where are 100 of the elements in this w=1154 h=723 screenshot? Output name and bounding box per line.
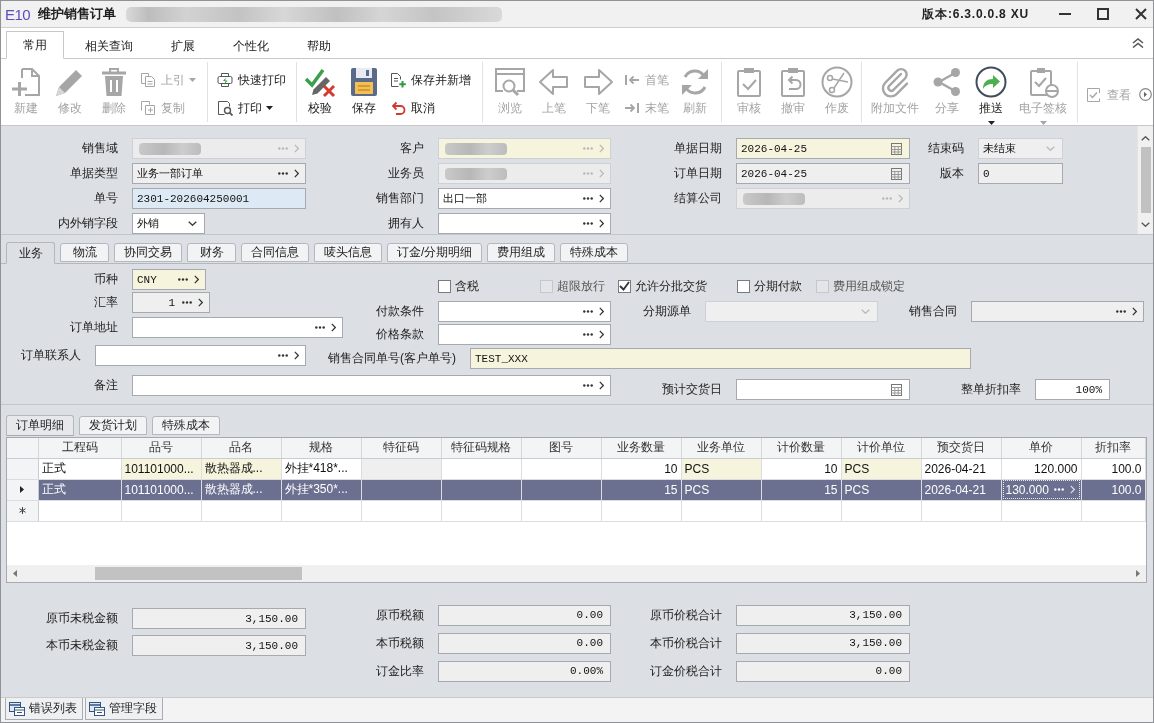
column-header[interactable]: 图号 — [521, 438, 601, 458]
lookup-field[interactable]: 1 — [132, 292, 210, 313]
column-header[interactable]: 特征码 — [361, 438, 441, 458]
checkbox[interactable] — [618, 279, 631, 293]
column-header[interactable]: 折扣率 — [1081, 438, 1145, 458]
column-header[interactable]: 计价单位 — [841, 438, 921, 458]
number-field[interactable]: 3,150.00 — [132, 608, 306, 629]
text-field[interactable]: 2301-202604250001 — [132, 188, 306, 209]
lookup-field[interactable] — [438, 324, 611, 345]
chevron-right-icon[interactable] — [1132, 307, 1137, 316]
column-header[interactable]: 计价数量 — [761, 438, 841, 458]
scrollbar-thumb[interactable] — [95, 567, 302, 580]
tab[interactable]: 订金/分期明细 — [387, 243, 483, 262]
tab[interactable]: 特殊成本 — [560, 243, 629, 262]
scrollbar-thumb[interactable] — [1140, 147, 1151, 213]
triangle-left-icon[interactable] — [13, 570, 17, 577]
menu-tab[interactable]: 个性化 — [216, 32, 286, 59]
toolbar-button[interactable]: 推送 — [969, 62, 1013, 122]
ellipsis-icon[interactable] — [315, 326, 325, 329]
toolbar-button[interactable]: 保存 — [342, 62, 386, 122]
tab[interactable]: 合同信息 — [241, 243, 309, 262]
chevron-right-icon[interactable] — [599, 219, 604, 228]
lookup-field[interactable]: CNY — [132, 269, 206, 290]
lookup-field[interactable] — [95, 345, 306, 366]
column-header[interactable]: 预交货日 — [921, 438, 1001, 458]
tab[interactable]: 业务 — [6, 242, 55, 264]
menu-tab[interactable]: 帮助 — [290, 32, 348, 59]
ellipsis-icon[interactable] — [1116, 310, 1126, 313]
column-header[interactable]: 业务数量 — [601, 438, 681, 458]
menu-tab[interactable]: 相关查询 — [68, 32, 150, 59]
dropdown-field[interactable]: 外销 — [132, 213, 205, 234]
lookup-field[interactable] — [438, 213, 611, 234]
column-header[interactable]: 单价 — [1001, 438, 1081, 458]
date-field[interactable] — [736, 379, 910, 400]
checkbox[interactable] — [438, 279, 451, 293]
chevron-right-icon[interactable] — [331, 323, 336, 332]
toolbar-button[interactable]: 校验 — [298, 62, 342, 122]
chevron-down-icon[interactable] — [1141, 222, 1150, 227]
number-field[interactable]: 0.00 — [438, 632, 611, 654]
chevron-right-icon[interactable] — [294, 351, 299, 360]
ellipsis-icon[interactable] — [278, 172, 288, 175]
menu-tab[interactable]: 扩展 — [154, 32, 212, 59]
chevron-right-icon[interactable] — [599, 330, 604, 339]
toolbar-button[interactable]: 取消 — [390, 98, 471, 118]
horizontal-scrollbar[interactable] — [7, 565, 1146, 582]
lookup-field[interactable]: 业务一部订单 — [132, 163, 306, 184]
ellipsis-icon[interactable] — [178, 278, 188, 281]
ellipsis-icon[interactable] — [182, 301, 192, 304]
ellipsis-icon[interactable] — [583, 384, 593, 387]
chevron-right-icon[interactable] — [599, 194, 604, 203]
chevron-up-icon[interactable] — [1141, 136, 1150, 141]
circled-triangle-right-icon[interactable] — [1139, 88, 1152, 101]
number-field[interactable]: 3,150.00 — [132, 635, 306, 656]
lookup-field[interactable]: 出口一部 — [438, 188, 611, 209]
chevron-right-icon[interactable] — [198, 298, 203, 307]
ellipsis-icon[interactable] — [583, 310, 593, 313]
menu-tab[interactable]: 常用 — [6, 31, 64, 59]
lookup-field[interactable] — [971, 301, 1144, 322]
column-header[interactable]: 特征码规格 — [441, 438, 521, 458]
number-field[interactable]: 0.00% — [438, 660, 611, 682]
number-field[interactable]: 3,150.00 — [736, 632, 910, 654]
ellipsis-icon[interactable] — [278, 354, 288, 357]
column-header[interactable]: 品名 — [201, 438, 281, 458]
checkbox[interactable] — [737, 279, 750, 293]
chevron-right-icon[interactable] — [599, 307, 604, 316]
table-row[interactable]: 正式 101101000... 散热器成... 外挂*350*... 15 PCS 15 PCS 2026-04-21 130.000 100.0 — [7, 479, 1145, 500]
triangle-right-icon[interactable] — [1136, 570, 1140, 577]
tab[interactable]: 管理字段 — [85, 698, 163, 720]
lookup-field[interactable] — [132, 375, 611, 396]
chevron-right-icon[interactable] — [599, 381, 604, 390]
column-header[interactable]: 规格 — [281, 438, 361, 458]
number-field[interactable]: 0.00 — [736, 660, 910, 682]
tab[interactable]: 特殊成本 — [152, 416, 220, 435]
text-field[interactable]: 0 — [978, 163, 1063, 184]
column-header[interactable]: 品号 — [121, 438, 201, 458]
date-field[interactable]: 2026-04-25 — [736, 163, 910, 184]
column-header[interactable]: 工程码 — [38, 438, 121, 458]
chevron-right-icon[interactable] — [194, 275, 199, 284]
tab[interactable]: 唛头信息 — [314, 243, 382, 262]
number-field[interactable]: 0.00 — [438, 604, 611, 626]
tab[interactable]: 协同交易 — [114, 243, 182, 262]
tab[interactable]: 财务 — [187, 243, 236, 262]
toolbar-button[interactable]: 快速打印 — [217, 70, 286, 90]
calendar-icon[interactable] — [891, 383, 902, 396]
ellipsis-icon[interactable] — [583, 333, 593, 336]
tab[interactable]: 发货计划 — [79, 416, 147, 435]
lookup-field[interactable] — [438, 301, 611, 322]
ellipsis-icon[interactable] — [583, 222, 593, 225]
tab[interactable]: 费用组成 — [487, 243, 556, 262]
date-field[interactable]: 2026-04-25 — [736, 138, 910, 159]
calendar-icon[interactable] — [891, 167, 902, 180]
text-field[interactable]: TEST_XXX — [470, 348, 971, 369]
toolbar-button[interactable]: 保存并新增 — [390, 70, 471, 90]
ellipsis-icon[interactable] — [583, 197, 593, 200]
number-field[interactable]: 3,150.00 — [736, 604, 910, 626]
number-field[interactable]: 100% — [1035, 379, 1110, 400]
maximize-icon[interactable] — [1097, 8, 1109, 20]
lookup-field[interactable] — [132, 317, 343, 338]
tab[interactable]: 订单明细 — [6, 415, 74, 436]
double-chevron-up-icon[interactable] — [1132, 38, 1144, 48]
